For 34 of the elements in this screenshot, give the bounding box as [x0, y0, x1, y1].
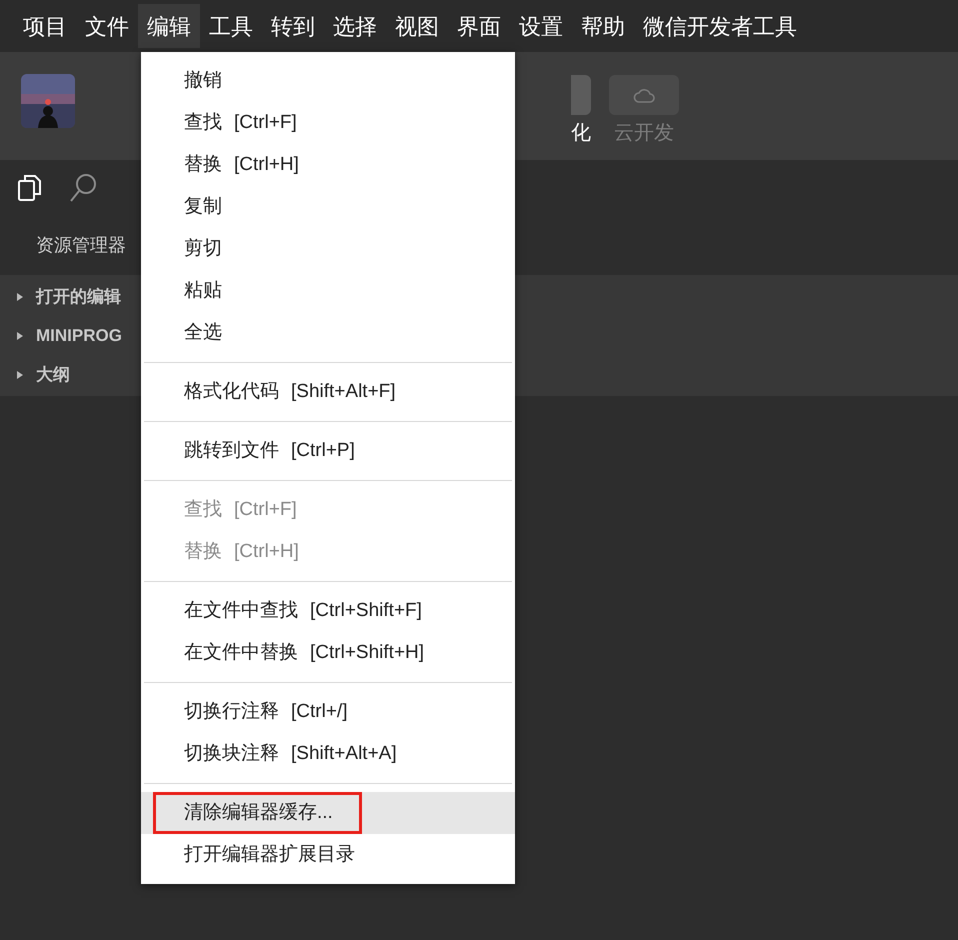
menu-bar-item[interactable]: 设置: [510, 4, 572, 48]
menu-item[interactable]: 查找 [Ctrl+F]: [141, 102, 515, 144]
sidebar-section[interactable]: 大纲: [0, 355, 141, 394]
menu-bar-item[interactable]: 转到: [262, 4, 324, 48]
menu-item[interactable]: 粘贴: [141, 270, 515, 312]
menu-item[interactable]: 切换行注释 [Ctrl+/]: [141, 691, 515, 733]
menu-bar-item[interactable]: 界面: [448, 4, 510, 48]
menu-item[interactable]: 切换块注释 [Shift+Alt+A]: [141, 733, 515, 775]
menu-bar-item[interactable]: 帮助: [572, 4, 634, 48]
menu-bar-item[interactable]: 项目: [14, 4, 76, 48]
sidebar-section[interactable]: 打开的编辑: [0, 277, 141, 316]
menu-item[interactable]: 在文件中替换 [Ctrl+Shift+H]: [141, 632, 515, 674]
files-icon[interactable]: [17, 174, 43, 202]
sidebar-title: 资源管理器: [36, 234, 126, 256]
menu-bar-item[interactable]: 微信开发者工具: [634, 4, 806, 48]
menu-item[interactable]: 撤销: [141, 60, 515, 102]
sidebar-section[interactable]: MINIPROG: [0, 316, 141, 355]
menu-bar-item[interactable]: 选择: [324, 4, 386, 48]
menu-item[interactable]: 清除编辑器缓存...: [141, 792, 515, 834]
menu-item[interactable]: 在文件中查找 [Ctrl+Shift+F]: [141, 590, 515, 632]
menu-item[interactable]: 复制: [141, 186, 515, 228]
menu-item[interactable]: 替换 [Ctrl+H]: [141, 144, 515, 186]
search-icon[interactable]: [69, 172, 97, 202]
menu-item[interactable]: 剪切: [141, 228, 515, 270]
menu-bar-item[interactable]: 工具: [200, 4, 262, 48]
menu-bar-item[interactable]: 编辑: [138, 4, 200, 48]
toolbar-label: 云开发: [614, 123, 674, 143]
menu-bar-item[interactable]: 视图: [386, 4, 448, 48]
menu-item[interactable]: 打开编辑器扩展目录: [141, 834, 515, 876]
menu-item[interactable]: 格式化代码 [Shift+Alt+F]: [141, 371, 515, 413]
menu-item[interactable]: 跳转到文件 [Ctrl+P]: [141, 430, 515, 472]
menu-item[interactable]: 全选: [141, 312, 515, 354]
toolbar-label: 化: [571, 123, 591, 143]
menu-bar-item[interactable]: 文件: [76, 4, 138, 48]
